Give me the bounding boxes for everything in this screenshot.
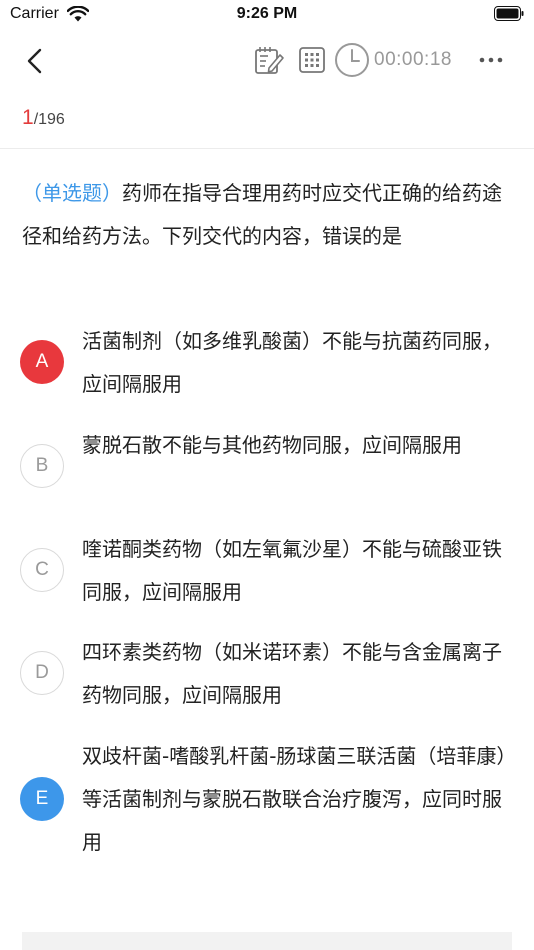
option-a[interactable]: A 活菌制剂（如多维乳酸菌）不能与抗菌药同服，应间隔服用 [20,320,514,410]
option-d[interactable]: D 四环素类药物（如米诺环素）不能与含金属离子药物同服，应间隔服用 [20,631,514,721]
option-b-text: 蒙脱石散不能与其他药物同服，应间隔服用 [82,433,462,457]
option-c-marker: C [20,548,64,592]
bottom-panel [22,932,512,950]
option-d-text: 四环素类药物（如米诺环素）不能与含金属离子药物同服，应间隔服用 [82,640,502,707]
progress-current: 1 [22,106,34,129]
option-e-text: 双歧杆菌-嗜酸乳杆菌-肠球菌三联活菌（培菲康）等活菌制剂与蒙脱石散联合治疗腹泻，… [82,744,507,854]
clock-icon [335,43,369,77]
question-progress: 1/196 [22,106,65,130]
question-type-label: （单选题） [22,181,122,205]
option-e[interactable]: E 双歧杆菌-嗜酸乳杆菌-肠球菌三联活菌（培菲康）等活菌制剂与蒙脱石散联合治疗腹… [20,735,514,865]
option-d-marker: D [20,651,64,695]
option-a-text: 活菌制剂（如多维乳酸菌）不能与抗菌药同服，应间隔服用 [82,329,502,396]
battery-icon [494,6,524,21]
status-time: 9:26 PM [236,5,298,22]
back-button[interactable] [18,44,52,78]
status-bar: Carrier 9:26 PM [0,0,534,30]
timer-value: 00:00:18 [374,49,452,70]
option-c[interactable]: C 喹诺酮类药物（如左氧氟沙星）不能与硫酸亚铁同服，应间隔服用 [20,528,514,618]
question-stem: （单选题）药师在指导合理用药时应交代正确的给药途径和给药方法。下列交代的内容，错… [22,172,512,258]
progress-total: /196 [33,111,65,128]
option-b[interactable]: B 蒙脱石散不能与其他药物同服，应间隔服用 [20,424,514,514]
option-b-marker: B [20,444,64,488]
option-a-marker: A [20,340,64,384]
edit-note-icon[interactable] [253,44,285,76]
chevron-left-icon [27,48,42,74]
option-c-text: 喹诺酮类药物（如左氧氟沙星）不能与硫酸亚铁同服，应间隔服用 [82,537,502,604]
timer[interactable]: 00:00:18 [334,42,452,78]
divider [0,148,534,149]
more-dots-icon[interactable] [476,46,506,74]
nav-bar: 00:00:18 [0,30,534,90]
answer-sheet-grid-icon[interactable] [298,46,326,74]
option-e-marker: E [20,777,64,821]
